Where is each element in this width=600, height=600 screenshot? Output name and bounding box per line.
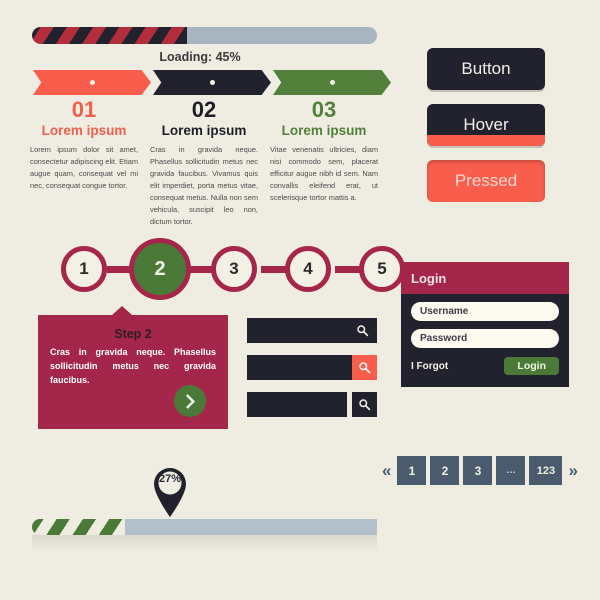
pagination-page-last[interactable]: 123: [529, 456, 563, 485]
step-dot-icon: [329, 80, 335, 85]
step-circle-3[interactable]: 3: [211, 246, 257, 292]
search-icon: [359, 362, 371, 374]
pagination-page-3[interactable]: 3: [463, 456, 493, 485]
button-hover-label: Hover: [463, 115, 509, 134]
button-hover-accent: [427, 135, 545, 146]
search-icon: [357, 325, 369, 337]
bottom-progress-shadow: [32, 535, 377, 553]
search-input-dark[interactable]: [247, 392, 347, 417]
button-states-group: Button Hover Pressed: [427, 48, 545, 216]
password-field[interactable]: Password: [411, 329, 559, 348]
column-subtitle: Lorem ipsum: [281, 123, 367, 139]
loading-progress-fill: [32, 27, 188, 44]
column-number: 01: [71, 97, 97, 122]
login-actions: I Forgot Login: [411, 357, 559, 375]
button-pressed-label: Pressed: [454, 171, 518, 190]
column-number: 02: [191, 97, 217, 122]
step-next-button[interactable]: [174, 385, 206, 417]
step-circle-label: 3: [229, 259, 239, 278]
pagination-page-1[interactable]: 1: [397, 456, 427, 485]
step-circle-label: 1: [79, 259, 89, 278]
progress-marker[interactable]: 27%: [148, 462, 192, 518]
search-bar-red: [247, 355, 377, 380]
search-input-red[interactable]: [247, 355, 352, 380]
search-bar-inline: [247, 318, 377, 343]
loading-progress-bar[interactable]: [32, 27, 377, 44]
username-field[interactable]: Username: [411, 302, 559, 321]
login-panel: Login Username Password I Forgot Login: [401, 262, 569, 387]
search-button-dark[interactable]: [352, 392, 377, 417]
pagination-ellipsis: …: [496, 456, 526, 485]
column-body: Cras in gravida neque. Phasellus sollici…: [150, 145, 258, 227]
step-circle-1[interactable]: 1: [61, 246, 107, 292]
search-input-inline[interactable]: [247, 318, 377, 343]
button-normal-label: Button: [461, 59, 511, 78]
feature-column-2: 02 Lorem ipsum Cras in gravida neque. Ph…: [150, 97, 258, 228]
step-circle-label: 2: [154, 257, 166, 280]
progress-marker-value: 27%: [158, 473, 182, 485]
feature-column-3: 03 Lorem ipsum Vitae venenatis ultricies…: [270, 97, 378, 228]
button-normal[interactable]: Button: [427, 48, 545, 90]
login-panel-header: Login: [401, 262, 569, 294]
button-hover[interactable]: Hover: [427, 104, 545, 146]
step-dot-icon: [209, 80, 215, 85]
step-panel-title: Step 2: [114, 327, 152, 341]
pagination-next-icon[interactable]: »: [564, 461, 581, 481]
column-subtitle: Lorem ipsum: [41, 123, 127, 139]
loading-label: Loading: 45%: [159, 50, 241, 64]
login-title: Login: [411, 270, 447, 286]
step-circle-2[interactable]: 2: [129, 238, 191, 300]
password-placeholder: Password: [420, 333, 468, 344]
ui-kit-canvas: Loading: 45% 01 Lorem ipsum Lorem ipsum …: [0, 0, 600, 600]
step-dot-icon: [89, 80, 95, 85]
step-panel-body: Cras in gravida neque. Phasellus sollici…: [50, 347, 216, 385]
step-connector: [335, 266, 361, 273]
step-indicator: 1 2 3 4 5: [33, 238, 405, 300]
forgot-password-link[interactable]: I Forgot: [411, 361, 448, 372]
username-placeholder: Username: [420, 306, 469, 317]
feature-columns: 01 Lorem ipsum Lorem ipsum dolor sit ame…: [30, 97, 390, 228]
bottom-progress-fill: [32, 519, 126, 535]
feature-column-1: 01 Lorem ipsum Lorem ipsum dolor sit ame…: [30, 97, 138, 228]
chevron-right-icon: [185, 393, 195, 409]
ribbon-step-1[interactable]: [33, 70, 151, 95]
step-connector: [107, 266, 131, 273]
pagination-page-2[interactable]: 2: [430, 456, 460, 485]
bottom-progress-bar[interactable]: [32, 519, 377, 535]
step-connector: [261, 266, 287, 273]
step-circle-5[interactable]: 5: [359, 246, 405, 292]
ribbon-step-3[interactable]: [273, 70, 391, 95]
column-number: 03: [311, 97, 337, 122]
search-icon: [359, 399, 371, 411]
step-circle-label: 4: [303, 259, 313, 278]
search-bar-variants: [247, 318, 377, 429]
search-bar-dark: [247, 392, 377, 417]
column-body: Lorem ipsum dolor sit amet, consectetur …: [30, 145, 138, 191]
login-submit-button[interactable]: Login: [504, 357, 559, 375]
ribbon-steps: [33, 70, 393, 95]
search-button-red[interactable]: [352, 355, 377, 380]
step-circle-label: 5: [377, 259, 387, 278]
pagination-prev-icon[interactable]: «: [378, 461, 395, 481]
panel-notch: [112, 306, 132, 315]
map-pin-icon: [154, 468, 186, 517]
step-circle-4[interactable]: 4: [285, 246, 331, 292]
ribbon-step-2[interactable]: [153, 70, 271, 95]
button-pressed[interactable]: Pressed: [427, 160, 545, 202]
column-body: Vitae venenatis ultricies, diam nisi com…: [270, 145, 378, 203]
pagination: « 1 2 3 … 123 »: [378, 456, 582, 485]
step-detail-panel: Step 2 Cras in gravida neque. Phasellus …: [38, 306, 228, 429]
column-subtitle: Lorem ipsum: [161, 123, 247, 139]
